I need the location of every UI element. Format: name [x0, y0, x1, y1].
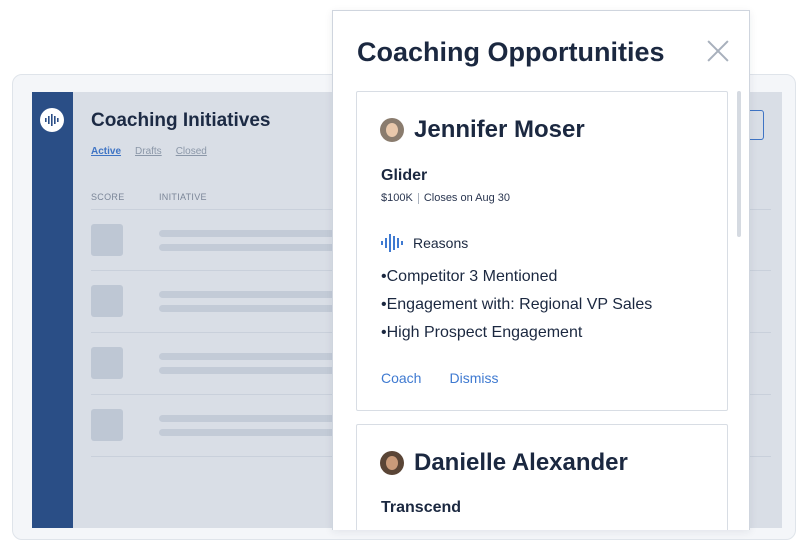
- panel-title: Coaching Opportunities: [357, 37, 665, 67]
- deal-amount: $100K: [381, 192, 413, 204]
- soundwave-icon: [381, 234, 403, 252]
- reasons-heading: Reasons: [381, 233, 468, 253]
- person-name: Danielle Alexander: [414, 449, 628, 476]
- deal-meta: $100K Closes on Aug 30: [381, 192, 510, 204]
- close-date: Closes on Aug 30: [423, 192, 511, 204]
- coach-button[interactable]: Coach: [381, 370, 421, 386]
- column-initiative: INITIATIVE: [159, 192, 207, 202]
- opportunity-card: Danielle Alexander Transcend: [356, 424, 728, 530]
- company-name: Glider: [381, 167, 428, 184]
- dismiss-button[interactable]: Dismiss: [449, 370, 498, 386]
- table-header: SCORE INITIATIVE: [91, 192, 207, 202]
- list-item: Competitor 3 Mentioned: [381, 266, 652, 294]
- avatar: [380, 118, 404, 142]
- column-score: SCORE: [91, 192, 125, 202]
- app-logo[interactable]: [40, 108, 64, 132]
- company-name: Transcend: [381, 499, 462, 516]
- avatar: [380, 451, 404, 475]
- tab-drafts[interactable]: Drafts: [135, 146, 162, 157]
- person-name: Jennifer Moser: [414, 116, 585, 143]
- tab-active[interactable]: Active: [91, 146, 121, 157]
- separator: [417, 192, 419, 204]
- scrollbar[interactable]: [737, 91, 741, 237]
- tab-bar: Active Drafts Closed: [91, 146, 207, 157]
- opportunity-card: Jennifer Moser Glider $100K Closes on Au…: [356, 91, 728, 411]
- reasons-label: Reasons: [413, 235, 469, 251]
- list-item: High Prospect Engagement: [381, 322, 652, 350]
- card-actions: Coach Dismiss: [381, 370, 498, 386]
- sidebar-rail: [32, 92, 73, 528]
- tab-closed[interactable]: Closed: [176, 146, 207, 157]
- person-header: Jennifer Moser: [380, 116, 585, 144]
- reasons-list: Competitor 3 Mentioned Engagement with: …: [381, 266, 653, 350]
- close-icon[interactable]: [706, 39, 730, 63]
- page-title: Coaching Initiatives: [91, 110, 271, 131]
- coaching-opportunities-panel: Coaching Opportunities Jennifer Moser Gl…: [332, 10, 750, 530]
- list-item: Engagement with: Regional VP Sales: [381, 294, 653, 322]
- person-header: Danielle Alexander: [380, 449, 628, 477]
- soundwave-icon: [45, 114, 59, 126]
